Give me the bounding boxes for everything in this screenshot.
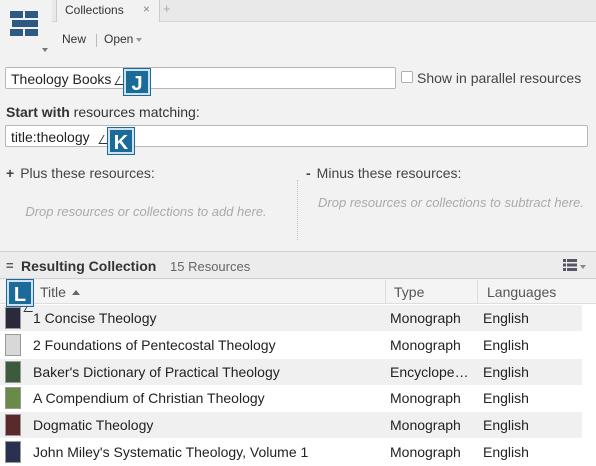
parallel-resources-checkbox[interactable] <box>401 71 413 83</box>
equals-icon: = <box>6 258 14 273</box>
table-row[interactable]: A Compendium of Christian Theology Monogr… <box>0 385 582 411</box>
collection-name-input[interactable]: Theology Books <box>5 67 396 89</box>
table-row[interactable]: Baker's Dictionary of Practical Theology… <box>0 358 582 385</box>
new-tab-button[interactable]: + <box>163 1 171 16</box>
minus-drop-zone[interactable]: Drop resources or collections to subtrac… <box>312 194 590 212</box>
plus-resources-header: + Plus these resources: <box>6 165 155 181</box>
cell-language: English <box>483 363 529 380</box>
tab-collections[interactable]: Collections × <box>56 0 160 22</box>
open-label: Open <box>104 32 134 46</box>
cell-title: John Miley's Systematic Theology, Volume… <box>33 444 309 460</box>
resource-count: 15 Resources <box>170 259 251 274</box>
column-header-title[interactable]: Title <box>40 284 80 300</box>
book-cover-icon <box>5 333 21 356</box>
collection-name-value: Theology Books <box>11 71 112 87</box>
parallel-resources-label: Show in parallel resources <box>417 70 582 86</box>
cell-title: Dogmatic Theology <box>33 417 154 434</box>
start-with-bold: Start with <box>6 104 70 120</box>
cell-language: English <box>483 390 529 407</box>
resulting-collection-header: = Resulting Collection 15 Resources <box>0 251 596 279</box>
cell-type: Monograph <box>390 310 461 326</box>
close-icon[interactable]: × <box>143 2 150 16</box>
column-view-icon[interactable] <box>563 259 577 271</box>
column-title-label: Title <box>40 284 66 300</box>
open-button[interactable]: Open <box>104 32 143 46</box>
cell-language: English <box>483 417 529 434</box>
callout-badge-k: K <box>108 128 134 154</box>
cell-type: Monograph <box>390 417 461 434</box>
minus-icon: - <box>306 165 311 181</box>
column-header-languages[interactable]: Languages <box>487 284 556 300</box>
table-row[interactable]: Dogmatic Theology Monograph English <box>0 412 582 439</box>
resulting-collection-title: Resulting Collection <box>21 258 157 274</box>
cell-type: Monograph <box>390 390 461 407</box>
library-icon <box>10 11 38 36</box>
cell-type: Encyclope… <box>390 363 469 380</box>
sort-ascending-icon <box>71 289 80 295</box>
chevron-down-icon[interactable] <box>580 265 586 269</box>
chevron-down-icon <box>136 37 143 42</box>
cell-language: English <box>483 336 529 353</box>
column-divider[interactable] <box>385 280 386 304</box>
table-row[interactable]: John Miley's Systematic Theology, Volume… <box>0 439 582 465</box>
book-cover-icon <box>5 307 21 329</box>
cell-title: 1 Concise Theology <box>33 310 157 326</box>
new-button[interactable]: New <box>62 32 86 46</box>
callout-badge-l: L <box>7 280 33 306</box>
cell-type: Monograph <box>390 444 461 460</box>
query-value: title:theology <box>11 129 90 145</box>
toolbar-divider <box>96 34 97 47</box>
start-with-label: Start with resources matching: <box>6 104 200 120</box>
cell-title: Baker's Dictionary of Practical Theology <box>33 363 280 380</box>
cell-title: A Compendium of Christian Theology <box>33 390 265 407</box>
callout-badge-j: J <box>124 69 150 95</box>
table-header: Title Type Languages <box>0 280 596 304</box>
tab-strip: Collections × + <box>52 0 596 22</box>
table-row[interactable]: 1 Concise Theology Monograph English <box>0 305 582 331</box>
table-row[interactable]: 2 Foundations of Pentecostal Theology Mon… <box>0 332 582 358</box>
minus-resources-header: - Minus these resources: <box>306 165 461 181</box>
column-divider[interactable] <box>477 280 478 304</box>
app-menu-button[interactable] <box>0 0 52 58</box>
results-table: Title Type Languages 1 Concise Theology M… <box>0 280 596 466</box>
cell-language: English <box>483 444 529 460</box>
cell-type: Monograph <box>390 336 461 353</box>
tab-label: Collections <box>65 3 124 17</box>
cell-language: English <box>483 310 529 326</box>
book-cover-icon <box>5 414 21 437</box>
query-input[interactable]: title:theology <box>5 125 588 147</box>
plus-icon: + <box>6 165 15 181</box>
column-header-type[interactable]: Type <box>394 284 424 300</box>
book-cover-icon <box>5 360 21 383</box>
plus-drop-zone[interactable]: Drop resources or collections to add her… <box>10 203 282 221</box>
book-cover-icon <box>5 387 21 410</box>
start-with-rest: resources matching: <box>69 104 200 120</box>
plus-resources-label: Plus these resources: <box>20 165 155 181</box>
chevron-down-icon <box>42 48 48 52</box>
panel-divider <box>297 180 298 240</box>
minus-resources-label: Minus these resources: <box>316 165 462 181</box>
cell-title: 2 Foundations of Pentecostal Theology <box>33 336 276 353</box>
book-cover-icon <box>5 441 21 463</box>
